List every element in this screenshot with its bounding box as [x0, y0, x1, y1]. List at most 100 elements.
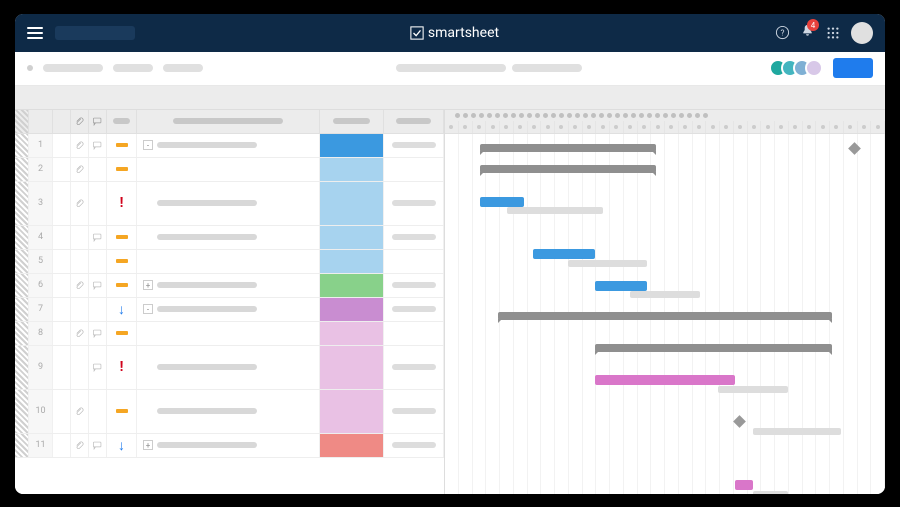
rag-cell[interactable]: ! [107, 346, 137, 389]
attach-cell[interactable] [71, 390, 89, 433]
grid-row[interactable]: 3! [15, 182, 444, 226]
comment-cell[interactable] [89, 322, 107, 345]
rag-cell[interactable] [107, 158, 137, 181]
attach-cell[interactable] [71, 298, 89, 321]
status-cell[interactable] [320, 182, 384, 225]
comment-cell[interactable] [89, 250, 107, 273]
task-cell[interactable]: + [137, 274, 320, 297]
gantt-bar[interactable] [498, 312, 832, 320]
assignee-col-hdr[interactable] [384, 110, 444, 133]
status-cell[interactable] [320, 434, 384, 457]
share-button[interactable] [833, 58, 873, 78]
task-cell[interactable] [137, 182, 320, 225]
task-cell[interactable]: + [137, 434, 320, 457]
gantt-bar[interactable] [507, 207, 604, 214]
assignee-cell[interactable] [384, 182, 444, 225]
task-cell[interactable]: - [137, 298, 320, 321]
status-cell[interactable] [320, 274, 384, 297]
gantt-body[interactable] [445, 134, 885, 494]
gantt-bar[interactable] [480, 197, 524, 207]
assignee-cell[interactable] [384, 390, 444, 433]
attach-cell[interactable] [71, 250, 89, 273]
gantt-bar[interactable] [568, 260, 647, 267]
menu-icon[interactable] [27, 27, 43, 39]
attach-cell[interactable] [71, 226, 89, 249]
comment-cell[interactable] [89, 346, 107, 389]
comment-cell[interactable] [89, 390, 107, 433]
gantt-bar[interactable] [480, 165, 656, 173]
grid-row[interactable]: 4 [15, 226, 444, 250]
toolbar-item[interactable] [43, 64, 103, 72]
grid-row[interactable]: 8 [15, 322, 444, 346]
attach-cell[interactable] [71, 346, 89, 389]
assignee-cell[interactable] [384, 346, 444, 389]
comment-cell[interactable] [89, 274, 107, 297]
toolbar-item[interactable] [113, 64, 153, 72]
task-cell[interactable] [137, 322, 320, 345]
app-launcher-icon[interactable] [825, 25, 841, 41]
rag-cell[interactable]: ↓ [107, 434, 137, 457]
attach-cell[interactable] [71, 134, 89, 157]
help-icon[interactable]: ? [774, 25, 790, 41]
attach-cell[interactable] [71, 158, 89, 181]
assignee-cell[interactable] [384, 226, 444, 249]
task-cell[interactable] [137, 158, 320, 181]
task-cell[interactable] [137, 250, 320, 273]
task-col-hdr[interactable] [137, 110, 320, 133]
rag-cell[interactable] [107, 274, 137, 297]
gantt-bar[interactable] [595, 344, 833, 352]
assignee-cell[interactable] [384, 134, 444, 157]
gantt-bar[interactable] [753, 428, 841, 435]
attach-cell[interactable] [71, 434, 89, 457]
sheet-title[interactable] [396, 64, 506, 72]
comment-col-hdr[interactable] [89, 110, 107, 133]
attach-cell[interactable] [71, 182, 89, 225]
task-cell[interactable] [137, 226, 320, 249]
status-cell[interactable] [320, 322, 384, 345]
rag-cell[interactable] [107, 322, 137, 345]
gantt-bar[interactable] [595, 375, 736, 385]
attach-cell[interactable] [71, 322, 89, 345]
rag-cell[interactable] [107, 134, 137, 157]
attach-cell[interactable] [71, 274, 89, 297]
comment-cell[interactable] [89, 434, 107, 457]
comment-cell[interactable] [89, 226, 107, 249]
rag-cell[interactable] [107, 250, 137, 273]
gantt-bar[interactable] [718, 386, 788, 393]
status-col-hdr[interactable] [320, 110, 384, 133]
task-cell[interactable] [137, 390, 320, 433]
gantt-bar[interactable] [753, 491, 788, 494]
toolbar-item[interactable] [163, 64, 203, 72]
grid-row[interactable]: 1- [15, 134, 444, 158]
rag-cell[interactable] [107, 390, 137, 433]
grid-row[interactable]: 2 [15, 158, 444, 182]
status-cell[interactable] [320, 158, 384, 181]
status-cell[interactable] [320, 298, 384, 321]
gantt-panel[interactable] [445, 110, 885, 494]
gantt-bar[interactable] [480, 144, 656, 152]
task-cell[interactable] [137, 346, 320, 389]
comment-cell[interactable] [89, 182, 107, 225]
gantt-bar[interactable] [595, 281, 648, 291]
gantt-bar[interactable] [630, 291, 700, 298]
assignee-cell[interactable] [384, 274, 444, 297]
status-cell[interactable] [320, 346, 384, 389]
status-cell[interactable] [320, 226, 384, 249]
presence-avatars[interactable] [775, 59, 823, 77]
rag-cell[interactable]: ↓ [107, 298, 137, 321]
comment-cell[interactable] [89, 298, 107, 321]
grid-row[interactable]: 10 [15, 390, 444, 434]
comment-cell[interactable] [89, 158, 107, 181]
assignee-cell[interactable] [384, 250, 444, 273]
assignee-cell[interactable] [384, 434, 444, 457]
rag-col-hdr[interactable] [107, 110, 137, 133]
rag-cell[interactable]: ! [107, 182, 137, 225]
gantt-bar[interactable] [533, 249, 595, 259]
task-cell[interactable]: - [137, 134, 320, 157]
attach-col-hdr[interactable] [71, 110, 89, 133]
grid-row[interactable]: 9! [15, 346, 444, 390]
gantt-bar[interactable] [735, 480, 753, 490]
status-cell[interactable] [320, 134, 384, 157]
user-avatar[interactable] [851, 22, 873, 44]
grid-row[interactable]: 11↓+ [15, 434, 444, 458]
